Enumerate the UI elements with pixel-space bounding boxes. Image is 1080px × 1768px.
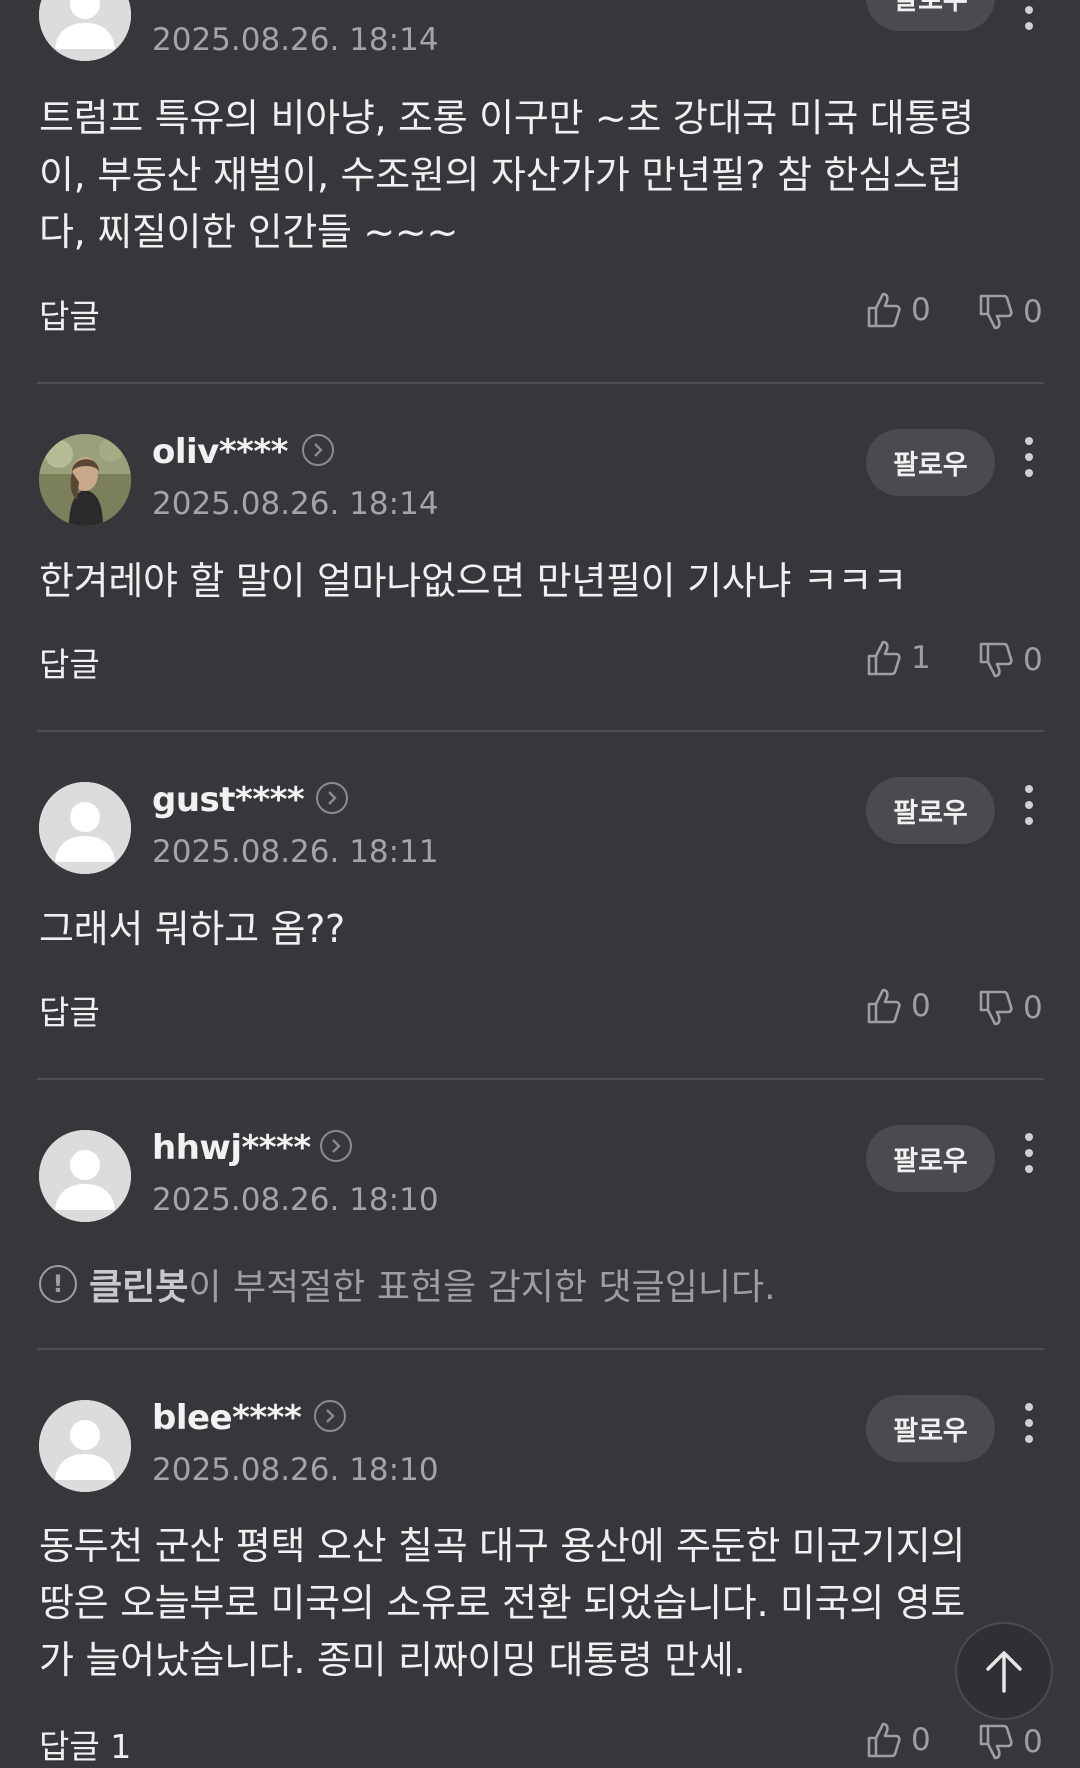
follow-button[interactable]: 팔로우 [866, 1125, 995, 1192]
chevron-right-circle-icon[interactable] [314, 1400, 346, 1432]
follow-button[interactable]: 팔로우 [866, 0, 995, 31]
dislike-count: 0 [1023, 990, 1043, 1026]
comment-date: 2025.08.26. 18:10 [152, 1182, 439, 1218]
follow-button[interactable]: 팔로우 [866, 1395, 995, 1462]
comment-body: 동두천 군산 평택 오산 칠곡 대구 용산에 주둔한 미군기지의 땅은 오늘부로… [39, 1524, 966, 1682]
thumbs-down-icon [979, 1724, 1013, 1760]
comment-date: 2025.08.26. 18:14 [152, 22, 439, 58]
more-vertical-icon[interactable] [1016, 0, 1044, 36]
dislike-count: 0 [1023, 642, 1043, 678]
comment-body: 트럼프 특유의 비아냥, 조롱 이구만 ~초 강대국 미국 대통령이, 부동산 … [39, 96, 974, 254]
thumbs-up-icon [867, 292, 901, 328]
chevron-right-circle-icon[interactable] [302, 434, 334, 466]
follow-button[interactable]: 팔로우 [866, 777, 995, 844]
comment-body: 그래서 뭐하고 옴?? [39, 907, 345, 951]
dislike-button[interactable]: 0 [978, 1720, 1043, 1764]
like-button[interactable]: 0 [866, 288, 931, 332]
thumbs-up-icon [867, 640, 901, 676]
reply-button[interactable]: 답글 [39, 290, 100, 338]
more-vertical-icon[interactable] [1016, 1399, 1044, 1451]
avatar[interactable] [39, 1400, 131, 1492]
reply-button[interactable]: 답글 [39, 986, 100, 1034]
follow-button[interactable]: 팔로우 [866, 429, 995, 496]
cleanbot-label[interactable]: 클린봇 [89, 1258, 188, 1310]
divider [37, 1348, 1044, 1350]
like-button[interactable]: 1 [866, 636, 931, 680]
like-count: 0 [911, 1722, 931, 1758]
more-vertical-icon[interactable] [1016, 1129, 1044, 1181]
dislike-button[interactable]: 0 [978, 290, 1043, 334]
cleanbot-message: 이 부적절한 표현을 감지한 댓글입니다. [188, 1267, 776, 1308]
avatar[interactable] [39, 1130, 131, 1222]
like-button[interactable]: 0 [866, 1718, 931, 1762]
reply-button[interactable]: 답글 1 [39, 1720, 131, 1768]
divider [37, 382, 1044, 384]
comment-list-page: 2025.08.26. 18:14 팔로우 트럼프 특유의 비아냥, 조롱 이구… [0, 0, 1080, 1766]
like-count: 0 [911, 292, 931, 328]
scroll-top-button[interactable] [955, 1622, 1053, 1720]
dislike-button[interactable]: 0 [978, 638, 1043, 682]
comment-body: 한겨레야 할 말이 얼마나없으면 만년필이 기사냐 ㅋㅋㅋ [39, 559, 907, 603]
arrow-up-icon [986, 1651, 1022, 1693]
thumbs-down-icon [979, 294, 1013, 330]
avatar[interactable] [39, 782, 131, 874]
chevron-right-circle-icon[interactable] [320, 1130, 352, 1162]
thumbs-down-icon [979, 990, 1013, 1026]
like-count: 0 [911, 988, 931, 1024]
divider [37, 1078, 1044, 1080]
more-vertical-icon[interactable] [1016, 433, 1044, 485]
like-count: 1 [911, 640, 931, 676]
dislike-count: 0 [1023, 294, 1043, 330]
like-button[interactable]: 0 [866, 984, 931, 1028]
exclamation-circle-icon: ! [39, 1265, 77, 1303]
divider [37, 730, 1044, 732]
dislike-count: 0 [1023, 1724, 1043, 1760]
comment-date: 2025.08.26. 18:14 [152, 486, 439, 522]
comment-username[interactable]: hhwj**** [152, 1128, 311, 1168]
comment-date: 2025.08.26. 18:10 [152, 1452, 439, 1488]
comment-username[interactable]: blee**** [152, 1398, 302, 1438]
avatar[interactable] [39, 0, 131, 61]
reply-button[interactable]: 답글 [39, 638, 100, 686]
avatar[interactable] [39, 434, 131, 526]
more-vertical-icon[interactable] [1016, 781, 1044, 833]
comment-username[interactable]: oliv**** [152, 432, 288, 472]
dislike-button[interactable]: 0 [978, 986, 1043, 1030]
chevron-right-circle-icon[interactable] [316, 782, 348, 814]
thumbs-up-icon [867, 1722, 901, 1758]
comment-username[interactable]: gust**** [152, 780, 305, 820]
cleanbot-notice: ! 클린봇 이 부적절한 표현을 감지한 댓글입니다. [39, 1258, 776, 1310]
thumbs-down-icon [979, 642, 1013, 678]
comment-date: 2025.08.26. 18:11 [152, 834, 439, 870]
thumbs-up-icon [867, 988, 901, 1024]
